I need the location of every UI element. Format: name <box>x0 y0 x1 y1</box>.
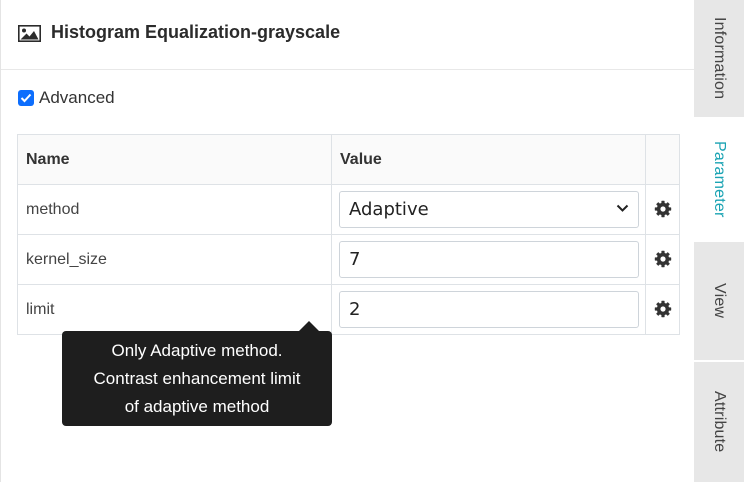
table-row: method Adaptive <box>17 184 680 235</box>
tab-attribute-label: Attribute <box>711 391 728 453</box>
param-value-cell: Adaptive <box>331 184 646 235</box>
check-icon <box>20 93 32 103</box>
limit-input[interactable]: 2 <box>339 291 639 328</box>
param-name-method: method <box>17 184 332 235</box>
advanced-label: Advanced <box>39 88 115 107</box>
gear-icon[interactable] <box>654 200 672 218</box>
tooltip: Only Adaptive method. Contrast enhanceme… <box>62 331 332 426</box>
chevron-down-icon <box>616 204 629 212</box>
column-header-value: Value <box>331 134 646 185</box>
tooltip-line: Only Adaptive method. <box>111 341 283 360</box>
column-header-name: Name <box>17 134 332 185</box>
tab-information[interactable]: Information <box>694 0 744 117</box>
tooltip-arrow <box>299 321 319 331</box>
tab-information-label: Information <box>711 17 728 100</box>
param-action-cell <box>645 234 680 285</box>
image-icon <box>18 25 41 42</box>
limit-value: 2 <box>349 299 361 320</box>
kernel-size-input[interactable]: 7 <box>339 241 639 278</box>
param-value-cell: 7 <box>331 234 646 285</box>
column-header-action <box>645 134 680 185</box>
table-row: limit 2 <box>17 284 680 335</box>
side-tabs: Information Parameter View Attribute <box>694 0 744 482</box>
param-action-cell <box>645 184 680 235</box>
gear-icon[interactable] <box>654 250 672 268</box>
param-value-cell: 2 <box>331 284 646 335</box>
advanced-checkbox[interactable] <box>18 90 34 106</box>
gear-icon[interactable] <box>654 300 672 318</box>
tab-parameter[interactable]: Parameter <box>694 119 744 240</box>
param-name-limit: limit <box>17 284 332 335</box>
advanced-toggle[interactable]: Advanced <box>18 88 115 108</box>
tab-view[interactable]: View <box>694 242 744 360</box>
kernel-size-value: 7 <box>349 249 361 270</box>
page-title: Histogram Equalization-grayscale <box>51 22 341 42</box>
tab-view-label: View <box>711 283 728 319</box>
panel-header: Histogram Equalization-grayscale <box>1 0 695 70</box>
param-action-cell <box>645 284 680 335</box>
tooltip-line: Contrast enhancement limit <box>93 369 301 388</box>
table-row: kernel_size 7 <box>17 234 680 285</box>
tab-attribute[interactable]: Attribute <box>694 362 744 482</box>
method-select-value: Adaptive <box>349 199 429 220</box>
tooltip-line: of adaptive method <box>124 397 270 416</box>
param-name-kernel-size: kernel_size <box>17 234 332 285</box>
parameter-table: Name Value method Adaptive kernel_size 7… <box>17 134 680 335</box>
table-header-row: Name Value <box>17 134 680 185</box>
tab-parameter-label: Parameter <box>711 141 728 218</box>
method-select[interactable]: Adaptive <box>339 191 639 228</box>
parameter-panel: Histogram Equalization-grayscale Advance… <box>0 0 695 482</box>
